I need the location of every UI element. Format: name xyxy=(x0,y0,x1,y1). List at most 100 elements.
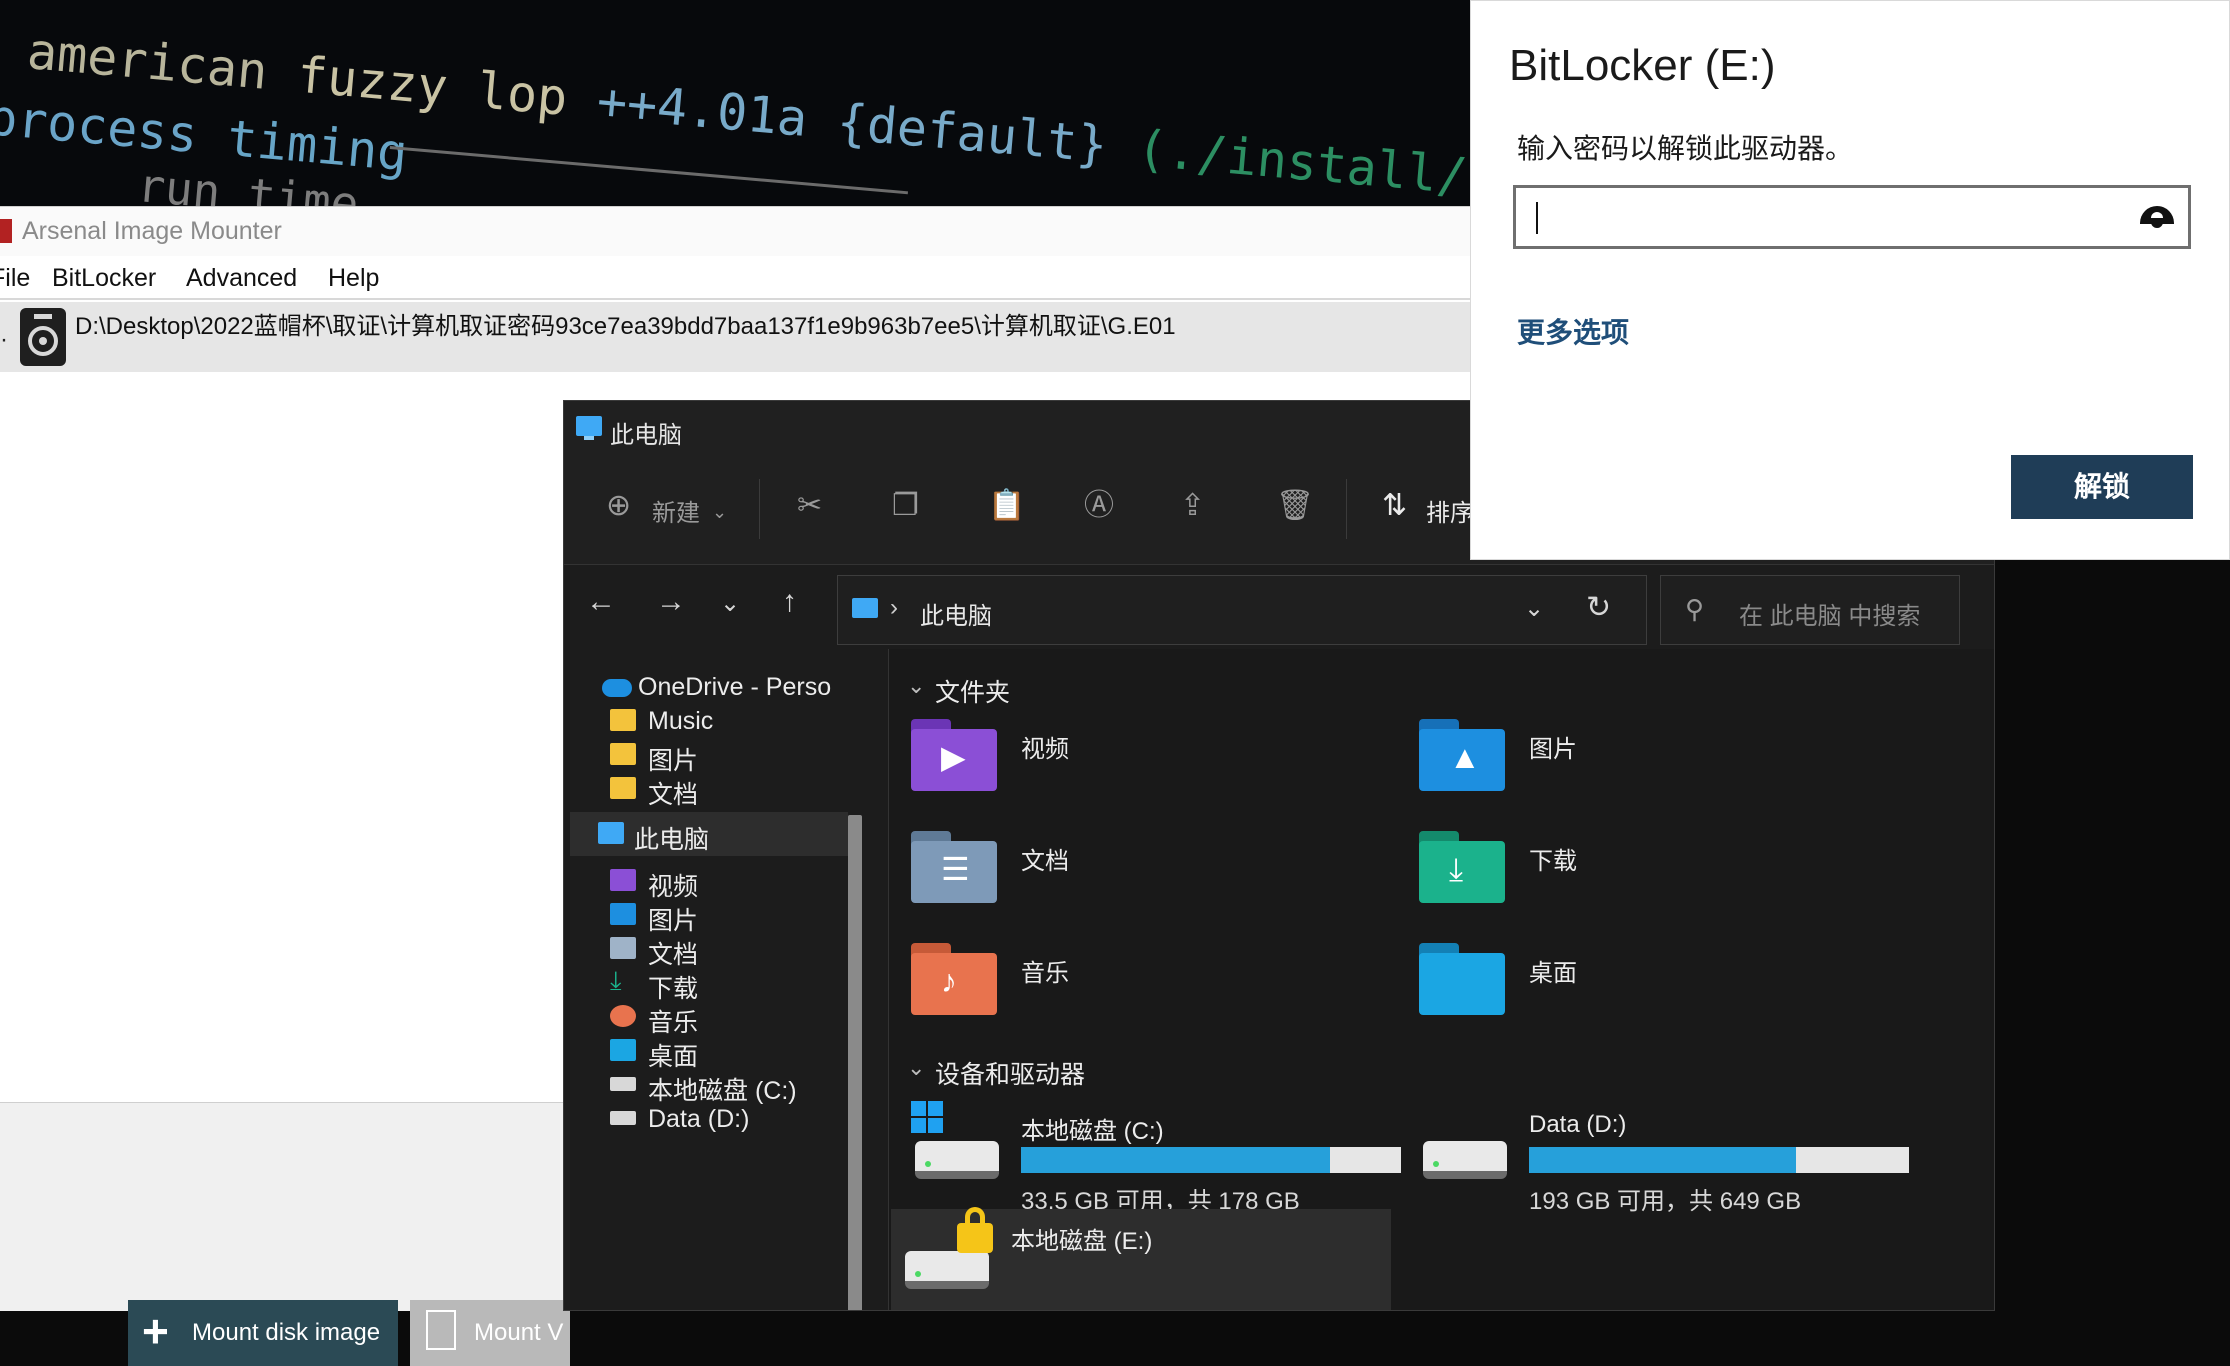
aim-titlebar[interactable]: Arsenal Image Mounter xyxy=(0,206,1470,256)
videos-icon xyxy=(610,869,636,891)
new-icon[interactable]: ⊕ xyxy=(606,491,631,521)
folder-tile-music[interactable]: ♪ 音乐 xyxy=(901,935,1381,1039)
toolbar-divider xyxy=(759,479,760,539)
lock-icon xyxy=(957,1207,993,1253)
chevron-down-icon[interactable]: ⌄ xyxy=(1524,594,1544,623)
nav-item-documents-folder[interactable]: 文档 xyxy=(606,767,876,811)
dialog-prompt: 输入密码以解锁此驱动器。 xyxy=(1517,133,1854,164)
folder-label: 视频 xyxy=(1021,736,1069,763)
menu-bar: File BitLocker Advanced Help xyxy=(0,256,1470,300)
nav-item-label: 此电脑 xyxy=(634,826,710,854)
folder-tile-videos[interactable]: ▶ 视频 xyxy=(901,711,1381,815)
delete-icon[interactable]: 🗑 xyxy=(1276,491,1314,521)
pictures-folder-icon: ▲ xyxy=(1419,719,1505,791)
terminal-text: (./install/ xyxy=(1134,119,1470,206)
terminal-text: {default} xyxy=(834,92,1110,175)
bitlocker-dialog: BitLocker (E:) 输入密码以解锁此驱动器。 更多选项 解锁 xyxy=(1470,0,2230,560)
up-icon[interactable]: ↑ xyxy=(782,587,797,617)
this-pc-icon xyxy=(852,598,878,618)
folder-tile-pictures[interactable]: ▲ 图片 xyxy=(1409,711,1889,815)
desktop-icon xyxy=(610,1039,636,1061)
chevron-down-icon[interactable]: ⌄ xyxy=(712,497,727,527)
address-bar[interactable]: › 此电脑 ⌄ ↻ xyxy=(837,575,1647,645)
window-title: 此电脑 xyxy=(610,422,682,449)
terminal-text: american xyxy=(24,22,270,101)
drive-usage-bar xyxy=(1021,1147,1401,1173)
more-options-link[interactable]: 更多选项 xyxy=(1517,311,1629,351)
menu-file[interactable]: File xyxy=(0,264,30,293)
chevron-down-icon[interactable]: ⌄ xyxy=(907,673,925,699)
drive-icon xyxy=(1423,1125,1507,1185)
drive-tile-c[interactable]: 本地磁盘 (C:) 33.5 GB 可用，共 178 GB xyxy=(901,1099,1401,1219)
search-box[interactable]: ⚲ 在 此电脑 中搜索 xyxy=(1660,575,1960,645)
image-path: D:\Desktop\2022蓝帽杯\取证\计算机取证密码93ce7ea39bd… xyxy=(75,313,1176,340)
folder-label: 文档 xyxy=(1021,848,1069,875)
drive-name: 本地磁盘 (C:) xyxy=(1021,1118,1164,1145)
drive-name: 本地磁盘 (E:) xyxy=(1011,1228,1153,1255)
forward-icon[interactable]: → xyxy=(656,587,686,617)
pictures-icon xyxy=(610,903,636,925)
videos-folder-icon: ▶ xyxy=(911,719,997,791)
documents-folder-icon: ☰ xyxy=(911,831,997,903)
group-header-label: 文件夹 xyxy=(935,679,1011,707)
copy-icon[interactable]: ❐ xyxy=(892,491,919,521)
nav-item-drive-d[interactable]: Data (D:) xyxy=(606,1097,876,1141)
folder-label: 下载 xyxy=(1529,848,1577,875)
button-label: Mount disk image xyxy=(192,1319,381,1346)
folder-label: 图片 xyxy=(1529,736,1577,763)
mounted-image-row[interactable]: · D:\Desktop\2022蓝帽杯\取证\计算机取证密码93ce7ea39… xyxy=(0,302,1470,372)
search-placeholder[interactable]: 在 此电脑 中搜索 xyxy=(1739,596,1920,631)
reveal-password-icon[interactable] xyxy=(2140,206,2174,228)
nav-item-this-pc[interactable]: 此电脑 xyxy=(570,812,848,856)
mount-icon xyxy=(426,1310,456,1350)
address-text[interactable]: 此电脑 xyxy=(920,596,992,631)
folder-tile-downloads[interactable]: ⤓ 下载 xyxy=(1409,823,1889,927)
menu-bitlocker[interactable]: BitLocker xyxy=(52,264,156,293)
toolbar-divider xyxy=(1346,479,1347,539)
downloads-folder-icon: ⤓ xyxy=(1419,831,1505,903)
chevron-right-icon[interactable]: › xyxy=(890,594,898,622)
nav-scrollbar[interactable] xyxy=(848,815,862,1310)
refresh-icon[interactable]: ↻ xyxy=(1586,590,1611,625)
folder-tile-desktop[interactable]: 桌面 xyxy=(1409,935,1889,1039)
music-folder-icon: ♪ xyxy=(911,943,997,1015)
disk-image-icon xyxy=(20,308,66,366)
music-icon xyxy=(610,1005,636,1027)
unlock-button[interactable]: 解锁 xyxy=(2011,455,2193,519)
menu-help[interactable]: Help xyxy=(328,264,379,293)
share-icon[interactable]: ⇪ xyxy=(1180,491,1205,521)
menu-advanced[interactable]: Advanced xyxy=(186,264,297,293)
expander-icon[interactable]: · xyxy=(0,326,8,354)
drive-icon xyxy=(905,1207,993,1295)
sort-button-label[interactable]: 排序 xyxy=(1426,493,1474,528)
password-field[interactable] xyxy=(1513,185,2191,249)
recent-chevron-icon[interactable]: ⌄ xyxy=(720,589,740,619)
drive-tile-d[interactable]: Data (D:) 193 GB 可用，共 649 GB xyxy=(1409,1099,1909,1219)
group-header-label: 设备和驱动器 xyxy=(935,1061,1086,1089)
chevron-down-icon[interactable]: ⌄ xyxy=(907,1055,925,1081)
mount-disk-image-button[interactable]: + Mount disk image xyxy=(128,1300,398,1366)
this-pc-icon xyxy=(576,416,602,440)
windows-logo-icon xyxy=(911,1101,945,1135)
terminal-background: american fuzzy lop ++4.01a {default} (./… xyxy=(0,0,1470,206)
navigation-bar: ← → ⌄ ↑ › 此电脑 ⌄ ↻ ⚲ 在 此电脑 中搜索 xyxy=(564,565,1994,649)
drive-usage-bar xyxy=(1529,1147,1909,1173)
new-button-label[interactable]: 新建 xyxy=(652,493,700,528)
app-icon xyxy=(0,219,12,243)
navigation-pane: OneDrive - Perso Music 图片 文档 此电脑 视频 图片 文… xyxy=(564,649,889,1310)
dialog-title: BitLocker (E:) xyxy=(1509,41,1776,90)
nav-item-label: Data (D:) xyxy=(648,1105,750,1133)
cut-icon[interactable]: ✂ xyxy=(797,491,822,521)
button-label: Mount V xyxy=(474,1319,564,1346)
rename-icon[interactable]: Ⓐ xyxy=(1084,491,1114,521)
sort-icon[interactable]: ⇅ xyxy=(1382,491,1407,521)
folder-tile-documents[interactable]: ☰ 文档 xyxy=(901,823,1381,927)
back-icon[interactable]: ← xyxy=(586,587,616,617)
drive-icon xyxy=(610,1077,636,1091)
drive-name: Data (D:) xyxy=(1529,1111,1627,1138)
mount-virtual-button[interactable]: Mount V xyxy=(410,1300,570,1366)
text-caret xyxy=(1536,202,1538,234)
drive-tile-e[interactable]: 本地磁盘 (E:) xyxy=(891,1207,1391,1310)
drive-icon xyxy=(911,1101,999,1185)
paste-icon[interactable]: 📋 xyxy=(988,491,1025,521)
